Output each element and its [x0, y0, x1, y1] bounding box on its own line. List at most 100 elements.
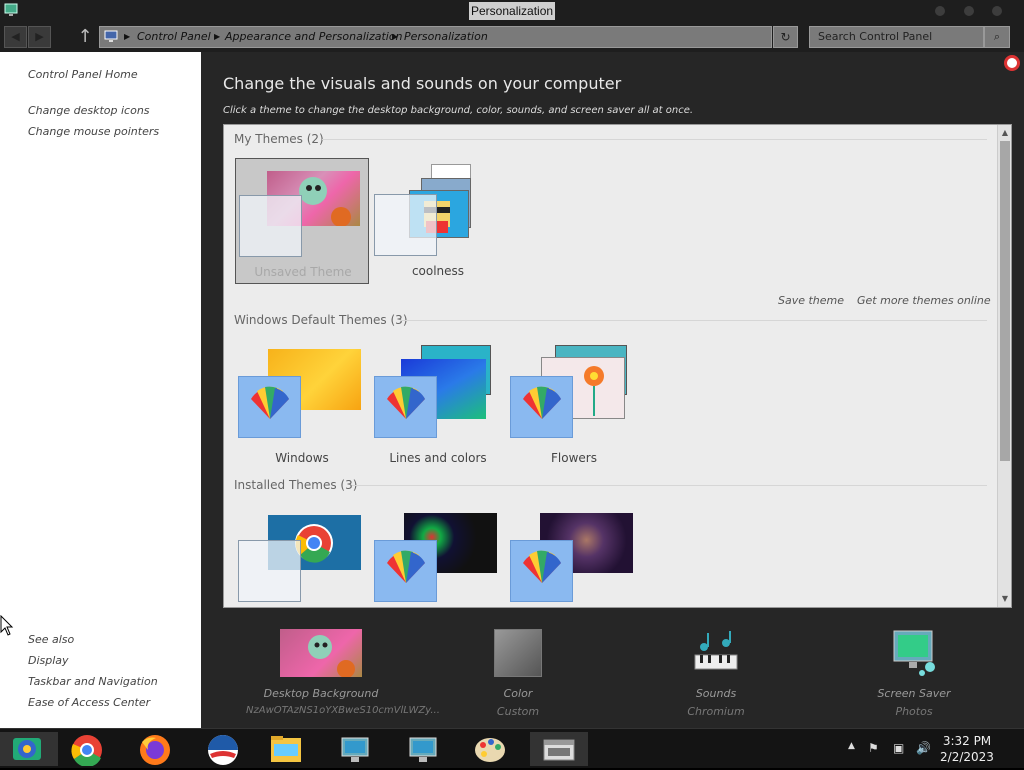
- theme-installed-3[interactable]: [507, 503, 641, 603]
- sidebar-change-mouse-pointers[interactable]: Change mouse pointers: [28, 125, 159, 138]
- section-default-themes: Windows Default Themes (3): [234, 313, 408, 327]
- theme-installed-2[interactable]: [371, 503, 505, 603]
- back-button[interactable]: ◀: [4, 26, 27, 48]
- control-panel-icon: [4, 3, 18, 16]
- chrome-icon: [71, 735, 102, 767]
- taskbar-control-panel[interactable]: [0, 732, 58, 766]
- show-hidden-icons-icon[interactable]: ▲: [848, 741, 855, 751]
- obama-logo-icon: [208, 735, 238, 765]
- close-button[interactable]: [992, 6, 1002, 16]
- theme-label: Lines and colors: [389, 451, 487, 465]
- main-content: Change the visuals and sounds on your co…: [201, 52, 1024, 728]
- cartoon-character-icon: [308, 635, 355, 678]
- breadcrumb-appearance[interactable]: Appearance and Personalization: [225, 27, 403, 47]
- maximize-button[interactable]: [964, 6, 974, 16]
- forward-button[interactable]: ▶: [28, 26, 51, 48]
- personalization-window: Personalization ◀ ▶ ↑ ▶ Control Panel ▶ …: [0, 0, 1024, 728]
- theme-windows[interactable]: Windows: [235, 339, 369, 465]
- theme-coolness[interactable]: coolness: [371, 158, 505, 284]
- clock-time: 3:32 PM: [942, 734, 992, 748]
- taskbar-remote-desktop-2[interactable]: [394, 732, 452, 766]
- system-clock[interactable]: 3:32 PM 2/2/2023: [932, 733, 1002, 765]
- control-panel-app-icon: [13, 738, 41, 760]
- color-value: Custom: [496, 705, 540, 718]
- breadcrumb-control-panel[interactable]: Control Panel: [137, 27, 211, 47]
- breadcrumb-separator-icon: ▶: [214, 32, 221, 41]
- theme-flowers[interactable]: Flowers: [507, 339, 641, 465]
- color-fan-icon: [238, 376, 301, 438]
- section-installed-themes: Installed Themes (3): [234, 478, 358, 492]
- sounds-icon: [694, 631, 738, 670]
- taskbar: ▲ ⚑ ▣ 🔊 3:32 PM 2/2/2023: [0, 728, 1024, 768]
- address-toolbar: ◀ ▶ ↑ ▶ Control Panel ▶ Appearance and P…: [0, 22, 1024, 52]
- address-bar[interactable]: ▶ Control Panel ▶ Appearance and Persona…: [99, 26, 772, 48]
- section-divider: [400, 320, 987, 321]
- scroll-up-arrow-icon[interactable]: ▲: [999, 127, 1011, 139]
- clock-date: 2/2/2023: [940, 750, 994, 764]
- theme-label: Flowers: [551, 451, 597, 465]
- sounds-value: Chromium: [687, 705, 745, 718]
- desktop-background-value: NzAwOTAzNS1oYXBweS10cmVlLWZy...: [246, 705, 440, 716]
- theme-color-swatch: [238, 540, 301, 602]
- color-fan-icon: [510, 376, 573, 438]
- taskbar-paint[interactable]: [462, 732, 520, 766]
- taskbar-firefox[interactable]: [126, 732, 184, 766]
- remote-desktop-icon: [341, 737, 369, 762]
- sounds-label: Sounds: [695, 687, 737, 700]
- color-label: Color: [503, 687, 533, 700]
- sidebar-ease-of-access[interactable]: Ease of Access Center: [28, 696, 150, 709]
- up-arrow-icon[interactable]: ↑: [77, 26, 93, 48]
- theme-lines-and-colors[interactable]: Lines and colors: [371, 339, 505, 465]
- color-swatch-icon: [494, 629, 542, 677]
- taskbar-settings-window[interactable]: [530, 732, 588, 766]
- sidebar: Control Panel Home Change desktop icons …: [0, 52, 201, 728]
- search-icon[interactable]: ⌕: [984, 26, 1010, 48]
- theme-label: Unsaved Theme: [254, 265, 352, 279]
- taskbar-chrome[interactable]: [58, 732, 116, 767]
- network-icon[interactable]: ▣: [893, 741, 904, 755]
- minimize-button[interactable]: [935, 6, 945, 16]
- page-title: Change the visuals and sounds on your co…: [223, 74, 622, 93]
- help-icon[interactable]: [1004, 55, 1020, 71]
- scrollbar-thumb[interactable]: [1000, 141, 1010, 461]
- color-fan-icon: [374, 540, 437, 602]
- save-theme-link[interactable]: Save theme: [778, 294, 844, 307]
- themes-list: My Themes (2) Unsaved Theme coolness Sav…: [223, 124, 1012, 608]
- taskbar-remote-desktop[interactable]: [326, 732, 384, 766]
- control-panel-icon: [104, 30, 118, 42]
- action-center-flag-icon[interactable]: ⚑: [868, 741, 879, 755]
- section-divider: [352, 485, 987, 486]
- section-my-themes: My Themes (2): [234, 132, 324, 146]
- page-subtitle: Click a theme to change the desktop back…: [223, 105, 694, 116]
- title-bar: Personalization: [0, 0, 1024, 22]
- themes-scrollbar[interactable]: ▲ ▼: [997, 125, 1011, 607]
- folder-icon: [271, 736, 301, 762]
- theme-label: Windows: [275, 451, 329, 465]
- refresh-button[interactable]: ↻: [773, 26, 798, 48]
- desktop-background-label: Desktop Background: [263, 687, 379, 700]
- search-input[interactable]: Search Control Panel: [809, 26, 984, 48]
- theme-installed-1[interactable]: [235, 503, 369, 603]
- window-app-icon: [543, 739, 575, 761]
- taskbar-obama-logo[interactable]: [194, 732, 252, 766]
- screen-saver-value: Photos: [895, 705, 933, 718]
- sidebar-taskbar-navigation[interactable]: Taskbar and Navigation: [28, 675, 158, 688]
- theme-color-swatch: [374, 194, 437, 256]
- window-title: Personalization: [469, 2, 556, 20]
- scroll-down-arrow-icon[interactable]: ▼: [999, 593, 1011, 605]
- paint-palette-icon: [475, 738, 505, 762]
- remote-desktop-icon: [409, 737, 437, 762]
- see-also-heading: See also: [28, 633, 75, 646]
- screen-saver-label: Screen Saver: [877, 687, 951, 700]
- section-divider: [322, 139, 987, 140]
- breadcrumb-personalization[interactable]: Personalization: [404, 27, 488, 47]
- theme-color-swatch: [239, 195, 302, 257]
- sidebar-display[interactable]: Display: [28, 654, 69, 667]
- theme-unsaved[interactable]: Unsaved Theme: [235, 158, 369, 284]
- taskbar-file-explorer[interactable]: [258, 732, 316, 766]
- sidebar-change-desktop-icons[interactable]: Change desktop icons: [28, 104, 150, 117]
- sidebar-control-panel-home[interactable]: Control Panel Home: [28, 68, 138, 81]
- volume-icon[interactable]: 🔊: [916, 741, 931, 755]
- color-fan-icon: [374, 376, 437, 438]
- get-more-themes-link[interactable]: Get more themes online: [857, 294, 991, 307]
